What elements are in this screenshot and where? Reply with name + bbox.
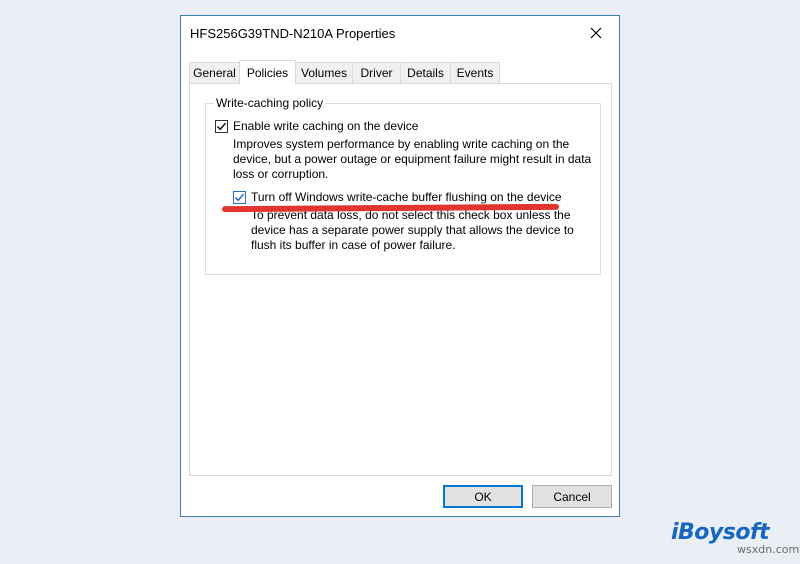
tab-general[interactable]: General: [189, 62, 240, 83]
turn-off-flushing-checkbox-row[interactable]: Turn off Windows write-cache buffer flus…: [233, 190, 562, 204]
enable-write-caching-description: Improves system performance by enabling …: [233, 137, 592, 181]
checkmark-icon: [216, 122, 227, 130]
turn-off-flushing-description: To prevent data loss, do not select this…: [251, 208, 574, 252]
group-title: Write-caching policy: [214, 96, 326, 110]
iboysoft-logo: iBoysoft: [671, 520, 770, 545]
window-title: HFS256G39TND-N210A Properties: [190, 26, 396, 41]
tab-events[interactable]: Events: [450, 62, 500, 83]
close-icon: [590, 27, 602, 38]
ok-button[interactable]: OK: [443, 485, 523, 508]
logo-text: iBoysoft: [671, 520, 770, 545]
enable-write-caching-checkbox-row[interactable]: Enable write caching on the device: [215, 119, 418, 133]
enable-write-caching-checkbox[interactable]: [215, 119, 228, 133]
tab-volumes[interactable]: Volumes: [295, 62, 353, 83]
write-caching-policy-group: Write-caching policy Enable write cachin…: [205, 96, 601, 275]
enable-write-caching-label: Enable write caching on the device: [233, 119, 419, 133]
tab-details[interactable]: Details: [400, 62, 451, 83]
title-bar[interactable]: HFS256G39TND-N210A Properties: [181, 16, 619, 52]
turn-off-flushing-checkbox[interactable]: [233, 190, 246, 204]
tab-policies[interactable]: Policies: [239, 60, 296, 84]
properties-dialog: HFS256G39TND-N210A Properties General Po…: [180, 15, 620, 517]
watermark-text: wsxdn.com: [737, 543, 800, 556]
policies-panel: Write-caching policy Enable write cachin…: [189, 83, 612, 476]
cancel-button[interactable]: Cancel: [532, 485, 612, 508]
checkmark-icon: [234, 193, 245, 201]
tab-driver[interactable]: Driver: [352, 62, 401, 83]
turn-off-flushing-label: Turn off Windows write-cache buffer flus…: [251, 190, 562, 204]
close-button[interactable]: [573, 16, 619, 49]
